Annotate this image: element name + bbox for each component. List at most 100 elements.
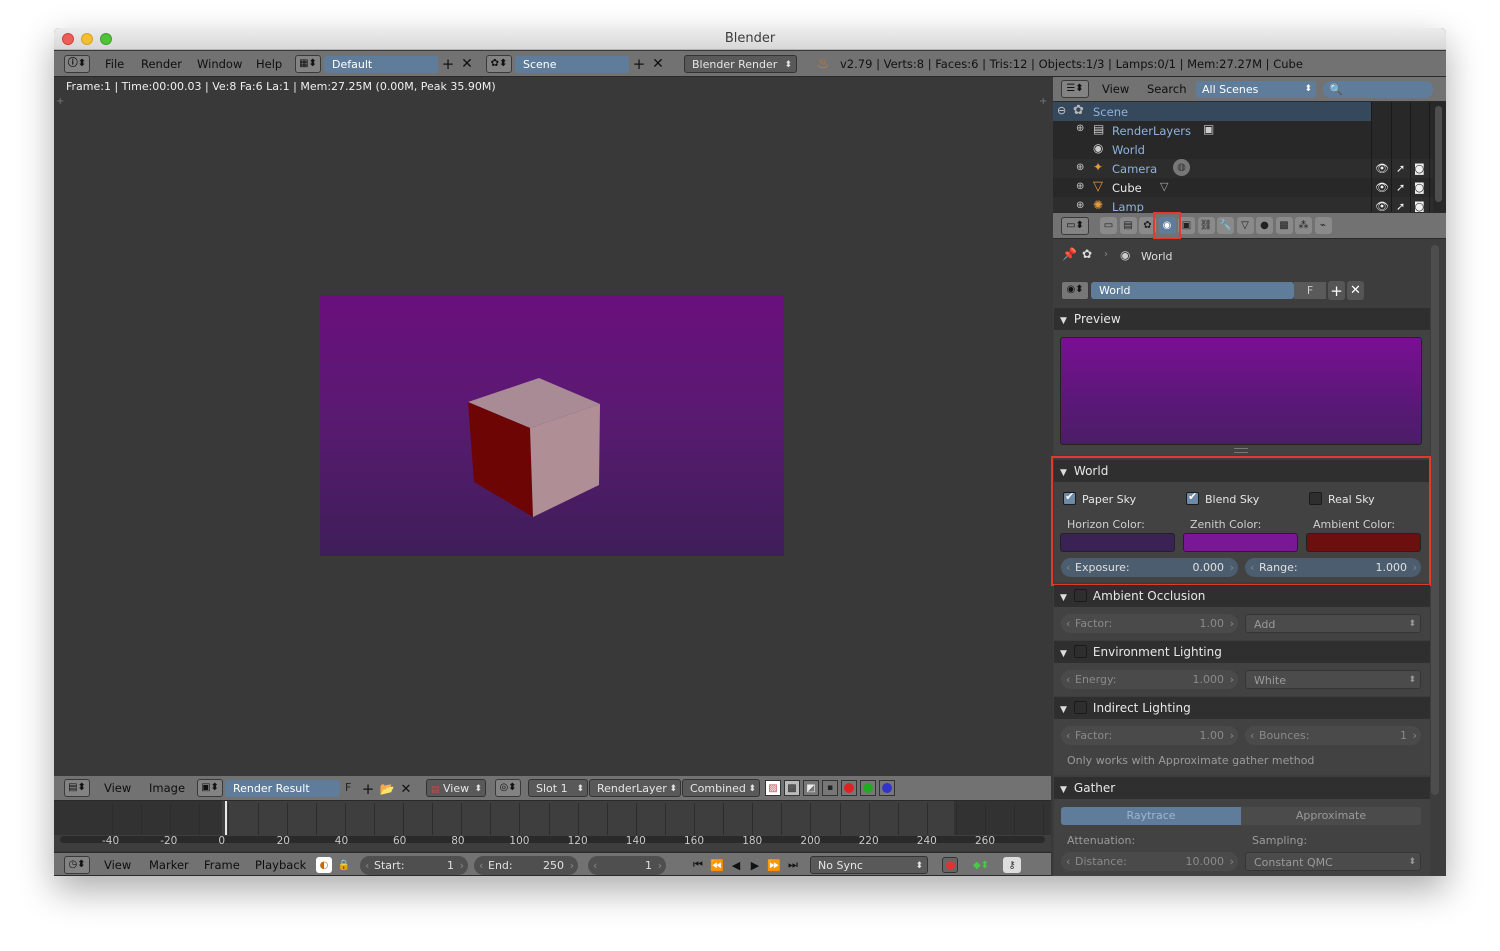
scene-field[interactable]: Scene	[515, 56, 629, 73]
menu-file[interactable]: File	[105, 51, 124, 77]
distance-field[interactable]: Distance: 10.000	[1061, 852, 1238, 871]
preview-range-icon[interactable]: ◐	[316, 857, 332, 873]
start-frame-field[interactable]: Start: 1	[360, 856, 468, 875]
record-icon[interactable]	[942, 857, 958, 873]
sync-mode-select[interactable]: No Sync ⬍	[810, 856, 928, 874]
blue-channel-icon[interactable]	[879, 780, 895, 796]
close-window-button[interactable]	[62, 33, 74, 45]
zbuffer-icon[interactable]: ◩	[803, 780, 819, 796]
camera-select-arrow-icon[interactable]: ➚	[1396, 162, 1405, 175]
expand-camera-icon[interactable]: ⊕	[1076, 162, 1084, 173]
draw-alpha-icon[interactable]: ▨	[765, 780, 781, 796]
outliner-camera-label[interactable]: Camera	[1112, 162, 1157, 176]
environment-lighting-checkbox[interactable]	[1073, 645, 1087, 658]
image-editor[interactable]: Frame:1 | Time:00:00.03 | Ve:8 Fa:6 La:1…	[54, 77, 1051, 774]
jump-prev-keyframe-icon[interactable]: ⏪	[709, 857, 725, 873]
render-layer-select[interactable]: RenderLayer ⬍	[589, 779, 681, 797]
region-corner-left-icon[interactable]: +	[56, 96, 64, 107]
keying-set-icon[interactable]: ◆⬍	[968, 857, 994, 873]
tab-material-icon[interactable]: ●	[1256, 217, 1273, 234]
tab-modifiers-icon[interactable]: 🔧	[1217, 217, 1234, 234]
unlink-world-icon[interactable]: ✕	[1347, 281, 1364, 300]
outliner-menu-search[interactable]: Search	[1147, 77, 1187, 102]
preview-panel-header[interactable]: ▼ Preview	[1054, 308, 1430, 330]
display-channels-icon[interactable]: ▪	[822, 780, 838, 796]
outliner-lamp-label[interactable]: Lamp	[1112, 200, 1144, 212]
gather-raytrace-tab[interactable]: Raytrace	[1061, 807, 1241, 825]
slot-select[interactable]: Slot 1 ⬍	[528, 779, 588, 797]
lamp-select-arrow-icon[interactable]: ➚	[1396, 200, 1405, 212]
tab-physics-icon[interactable]: ⌁	[1314, 217, 1332, 234]
camera-visibility-eye-icon[interactable]: 👁	[1375, 162, 1389, 175]
editor-type-outliner-icon[interactable]: ☰⬍	[1061, 80, 1089, 98]
play-icon[interactable]: ▶	[747, 857, 763, 873]
add-scene-icon[interactable]: +	[631, 55, 647, 73]
timeline-menu-marker[interactable]: Marker	[149, 853, 189, 877]
remove-layout-icon[interactable]: ✕	[459, 55, 475, 73]
indirect-lighting-checkbox[interactable]	[1073, 701, 1087, 714]
jump-start-icon[interactable]: ⏮	[690, 857, 706, 873]
red-channel-icon[interactable]	[841, 780, 857, 796]
play-reverse-icon[interactable]: ◀	[728, 857, 744, 873]
editor-type-info-icon[interactable]: ⓘ⬍	[64, 55, 90, 73]
ambient-occlusion-panel-header[interactable]: ▼ Ambient Occlusion	[1054, 585, 1430, 607]
new-image-icon[interactable]: +	[360, 780, 376, 798]
ao-factor-field[interactable]: Factor: 1.00	[1061, 614, 1238, 633]
lock-range-icon[interactable]: 🔒	[336, 857, 352, 873]
timeline-scrollbar[interactable]	[60, 836, 1045, 843]
add-layout-icon[interactable]: +	[440, 55, 456, 73]
menu-view[interactable]: View	[104, 776, 131, 801]
indirect-bounces-field[interactable]: Bounces: 1	[1245, 726, 1421, 745]
menu-image[interactable]: Image	[149, 776, 185, 801]
outliner-menu-view[interactable]: View	[1102, 77, 1129, 102]
expand-lamp-icon[interactable]: ⊕	[1076, 200, 1084, 211]
menu-window[interactable]: Window	[197, 51, 242, 77]
environment-lighting-panel-header[interactable]: ▼ Environment Lighting	[1054, 641, 1430, 663]
timeline-menu-frame[interactable]: Frame	[204, 853, 240, 877]
ao-blend-select[interactable]: Add	[1245, 614, 1421, 634]
outliner-cube-label[interactable]: Cube	[1112, 181, 1142, 195]
green-channel-icon[interactable]	[860, 780, 876, 796]
tab-constraints-icon[interactable]: ⛓	[1197, 217, 1215, 234]
browse-image-icon[interactable]: ▣⬍	[197, 779, 223, 797]
outliner-scrollbar[interactable]	[1435, 106, 1442, 202]
camera-render-icon[interactable]: ◙	[1414, 162, 1425, 175]
outliner-world-label[interactable]: World	[1112, 143, 1145, 157]
tab-texture-icon[interactable]: ▩	[1275, 217, 1293, 234]
cube-visibility-eye-icon[interactable]: 👁	[1375, 181, 1389, 194]
tab-render-layers-icon[interactable]: ▤	[1119, 217, 1137, 234]
end-frame-field[interactable]: End: 250	[474, 856, 578, 875]
menu-render[interactable]: Render	[141, 51, 182, 77]
new-world-icon[interactable]: +	[1328, 281, 1345, 300]
collapse-scene-icon[interactable]: ⊖	[1057, 104, 1066, 117]
open-image-icon[interactable]: 📂	[379, 780, 395, 798]
indirect-lighting-panel-header[interactable]: ▼ Indirect Lighting	[1054, 697, 1430, 719]
browse-world-icon[interactable]: ◉⬍	[1061, 281, 1089, 300]
screen-layout-icon[interactable]: ▦⬍	[295, 55, 321, 73]
tab-data-icon[interactable]: ▽	[1236, 217, 1254, 234]
outliner-search-input[interactable]: 🔍	[1323, 81, 1433, 98]
timeline-menu-playback[interactable]: Playback	[255, 853, 306, 877]
render-pass-select[interactable]: Combined ⬍	[682, 779, 760, 797]
jump-end-icon[interactable]: ⏭	[785, 857, 801, 873]
outliner-renderlayers-label[interactable]: RenderLayers	[1112, 124, 1191, 138]
view-mode-select[interactable]: ▤ View ⬍	[426, 779, 486, 797]
gather-approximate-tab[interactable]: Approximate	[1241, 807, 1421, 825]
cube-select-arrow-icon[interactable]: ➚	[1396, 181, 1405, 194]
timeline-menu-view[interactable]: View	[104, 853, 131, 877]
insert-keyframe-icon[interactable]: ⚷	[1003, 857, 1021, 873]
sampling-select[interactable]: Constant QMC	[1245, 852, 1421, 872]
preview-resize-grip[interactable]	[1234, 448, 1248, 453]
menu-help[interactable]: Help	[256, 51, 282, 77]
screen-layout-field[interactable]: Default	[324, 56, 438, 73]
outliner-tree[interactable]: ⊖ ✿ Scene ⊕ ▤ RenderLayers ▣ ◉ World ⊕ ✦…	[1053, 102, 1446, 212]
image-name-field[interactable]: Render Result	[225, 780, 340, 797]
indirect-factor-field[interactable]: Factor: 1.00	[1061, 726, 1238, 745]
remove-scene-icon[interactable]: ✕	[650, 55, 666, 73]
env-energy-field[interactable]: Energy: 1.000	[1061, 670, 1238, 689]
region-corner-right-icon[interactable]: +	[1039, 96, 1047, 107]
scene-icon[interactable]: ✿⬍	[486, 55, 512, 73]
mesh-data-icon[interactable]: ▽	[1160, 180, 1168, 193]
jump-next-keyframe-icon[interactable]: ⏩	[766, 857, 782, 873]
timeline-area[interactable]	[54, 801, 1051, 851]
